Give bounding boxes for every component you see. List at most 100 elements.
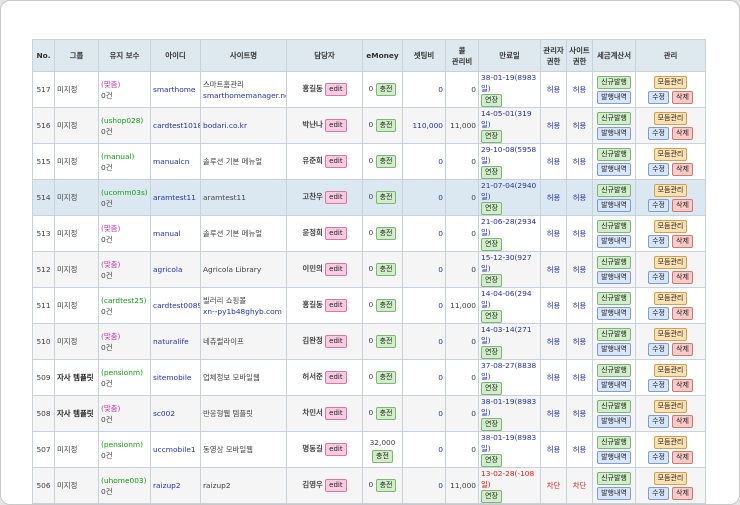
service-link[interactable]: (pensionm) [101, 367, 148, 378]
extend-button[interactable]: 연장 [481, 166, 502, 179]
new-issue-button[interactable]: 신규발행 [597, 75, 631, 89]
new-issue-button[interactable]: 신규발행 [597, 399, 631, 413]
extend-button[interactable]: 연장 [481, 130, 502, 143]
delete-button[interactable]: 삭제 [672, 126, 693, 140]
group-manage-button[interactable]: 모듬관리 [653, 75, 688, 89]
charge-button[interactable]: 충전 [375, 155, 397, 168]
edit-button[interactable]: edit [325, 191, 347, 204]
delete-button[interactable]: 삭제 [672, 378, 693, 392]
new-issue-button[interactable]: 신규발행 [597, 147, 631, 161]
issue-list-button[interactable]: 발행내역 [597, 342, 631, 356]
user-id-link[interactable]: aramtest11 [150, 179, 201, 216]
delete-button[interactable]: 삭제 [672, 486, 693, 500]
extend-button[interactable]: 연장 [481, 310, 502, 323]
modify-button[interactable]: 수정 [648, 270, 669, 284]
edit-button[interactable]: edit [325, 263, 347, 276]
extend-button[interactable]: 연장 [481, 238, 502, 251]
site-domain-link[interactable]: smarthomemanager.net [203, 90, 286, 101]
edit-button[interactable]: edit [325, 443, 347, 456]
extend-button[interactable]: 연장 [481, 274, 502, 287]
user-id-link[interactable]: uccmobile1 [150, 431, 201, 468]
user-id-link[interactable]: raizup2 [150, 467, 201, 504]
issue-list-button[interactable]: 발행내역 [597, 198, 631, 212]
site-domain-link[interactable]: xn--py1b48ghyb.com [203, 306, 284, 317]
new-issue-button[interactable]: 신규발행 [597, 363, 631, 377]
modify-button[interactable]: 수정 [648, 198, 669, 212]
edit-button[interactable]: edit [325, 227, 347, 240]
extend-button[interactable]: 연장 [481, 418, 502, 431]
delete-button[interactable]: 삭제 [672, 342, 693, 356]
issue-list-button[interactable]: 발행내역 [597, 378, 631, 392]
service-link[interactable]: (cardtest25) [101, 295, 148, 306]
extend-button[interactable]: 연장 [481, 454, 502, 467]
edit-button[interactable]: edit [325, 119, 347, 132]
charge-button[interactable]: 충전 [375, 83, 397, 96]
user-id-link[interactable]: naturalife [150, 323, 201, 360]
delete-button[interactable]: 삭제 [672, 234, 693, 248]
edit-button[interactable]: edit [325, 479, 347, 492]
group-manage-button[interactable]: 모듬관리 [653, 291, 688, 305]
edit-button[interactable]: edit [325, 335, 347, 348]
delete-button[interactable]: 삭제 [672, 270, 693, 284]
charge-button[interactable]: 충전 [375, 227, 397, 240]
modify-button[interactable]: 수정 [648, 450, 669, 464]
issue-list-button[interactable]: 발행내역 [597, 162, 631, 176]
modify-button[interactable]: 수정 [648, 126, 669, 140]
delete-button[interactable]: 삭제 [672, 306, 693, 320]
service-link[interactable]: (ucomm03s) [101, 187, 148, 198]
service-link[interactable]: (pensionm) [101, 439, 148, 450]
service-link[interactable]: (manual) [101, 151, 148, 162]
site-domain-link[interactable]: bodari.co.kr [203, 120, 284, 131]
user-id-link[interactable]: smarthome [150, 71, 201, 108]
issue-list-button[interactable]: 발행내역 [597, 90, 631, 104]
group-manage-button[interactable]: 모듬관리 [653, 219, 688, 233]
delete-button[interactable]: 삭제 [672, 198, 693, 212]
service-link[interactable]: (맞춤) [101, 223, 148, 234]
group-manage-button[interactable]: 모듬관리 [653, 327, 688, 341]
service-link[interactable]: (ushop028) [101, 115, 148, 126]
new-issue-button[interactable]: 신규발행 [597, 435, 631, 449]
edit-button[interactable]: edit [325, 299, 347, 312]
modify-button[interactable]: 수정 [648, 234, 669, 248]
edit-button[interactable]: edit [325, 83, 347, 96]
group-manage-button[interactable]: 모듬관리 [653, 147, 688, 161]
issue-list-button[interactable]: 발행내역 [597, 414, 631, 428]
modify-button[interactable]: 수정 [648, 414, 669, 428]
extend-button[interactable]: 연장 [481, 94, 502, 107]
user-id-link[interactable]: agricola [150, 251, 201, 288]
edit-button[interactable]: edit [325, 371, 347, 384]
charge-button[interactable]: 충전 [375, 263, 397, 276]
issue-list-button[interactable]: 발행내역 [597, 450, 631, 464]
extend-button[interactable]: 연장 [481, 490, 502, 503]
user-id-link[interactable]: sc002 [150, 395, 201, 432]
new-issue-button[interactable]: 신규발행 [597, 111, 631, 125]
new-issue-button[interactable]: 신규발행 [597, 327, 631, 341]
group-manage-button[interactable]: 모듬관리 [653, 471, 688, 485]
user-id-link[interactable]: cardtest1018 [150, 107, 201, 144]
charge-button[interactable]: 충전 [375, 299, 397, 312]
issue-list-button[interactable]: 발행내역 [597, 486, 631, 500]
charge-button[interactable]: 충전 [375, 191, 397, 204]
delete-button[interactable]: 삭제 [672, 450, 693, 464]
new-issue-button[interactable]: 신규발행 [597, 219, 631, 233]
charge-button[interactable]: 충전 [375, 335, 397, 348]
user-id-link[interactable]: manual [150, 215, 201, 252]
new-issue-button[interactable]: 신규발행 [597, 255, 631, 269]
charge-button[interactable]: 충전 [375, 371, 397, 384]
extend-button[interactable]: 연장 [481, 202, 502, 215]
extend-button[interactable]: 연장 [481, 382, 502, 395]
modify-button[interactable]: 수정 [648, 378, 669, 392]
service-link[interactable]: (맞춤) [101, 79, 148, 90]
service-link[interactable]: (맞춤) [101, 331, 148, 342]
group-manage-button[interactable]: 모듬관리 [653, 399, 688, 413]
modify-button[interactable]: 수정 [648, 162, 669, 176]
group-manage-button[interactable]: 모듬관리 [653, 435, 688, 449]
group-manage-button[interactable]: 모듬관리 [653, 255, 688, 269]
edit-button[interactable]: edit [325, 155, 347, 168]
new-issue-button[interactable]: 신규발행 [597, 183, 631, 197]
new-issue-button[interactable]: 신규발행 [597, 471, 631, 485]
modify-button[interactable]: 수정 [648, 306, 669, 320]
service-link[interactable]: (맞춤) [101, 403, 148, 414]
charge-button[interactable]: 충전 [375, 119, 397, 132]
group-manage-button[interactable]: 모듬관리 [653, 111, 688, 125]
